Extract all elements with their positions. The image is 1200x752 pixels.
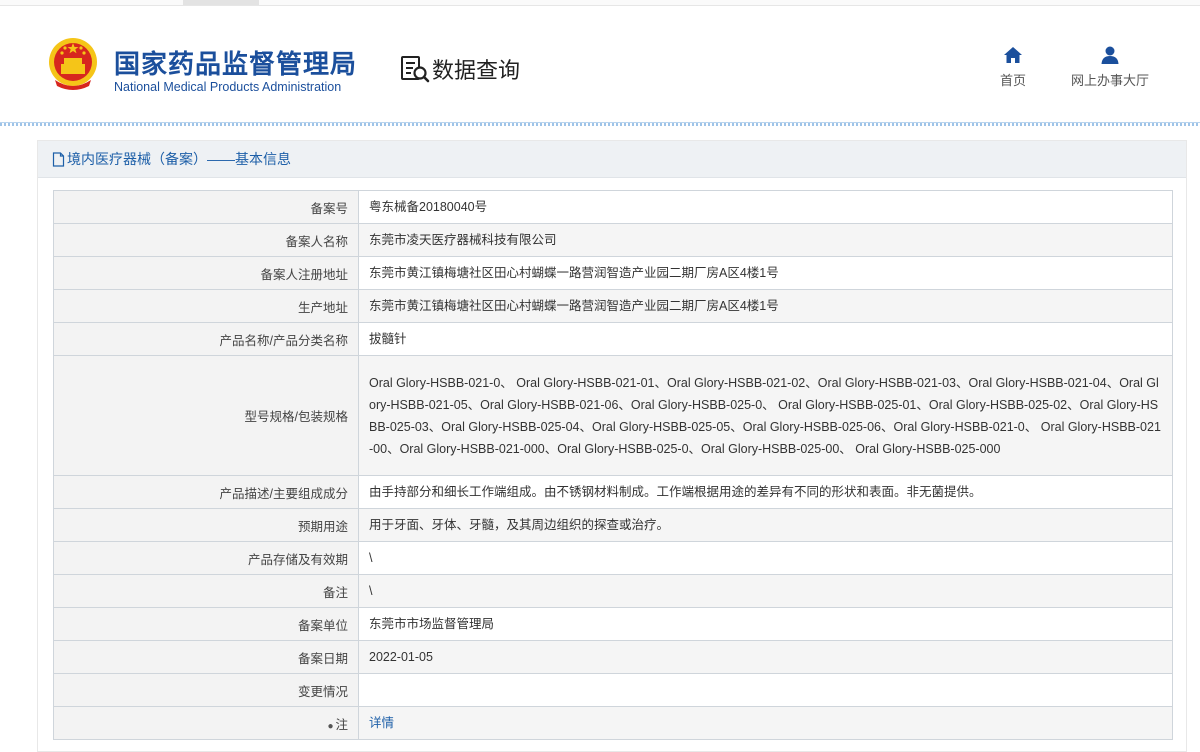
table-row: 备案日期 2022-01-05 xyxy=(53,640,1173,674)
agency-name-en[interactable]: National Medical Products Administration xyxy=(114,80,341,94)
record-panel: 境内医疗器械（备案）——基本信息 备案号 粤东械备20180040号 备案人名称… xyxy=(37,140,1187,752)
details-link[interactable]: 详情 xyxy=(369,716,394,730)
nav-home-label: 首页 xyxy=(999,73,1026,88)
field-label: 预期用途 xyxy=(53,508,359,542)
field-label: 备注 xyxy=(53,574,359,608)
field-value: 东莞市凌天医疗器械科技有限公司 xyxy=(358,223,1173,257)
nav-hall-label: 网上办事大厅 xyxy=(1070,73,1149,88)
document-icon xyxy=(52,151,65,167)
field-value: Oral Glory-HSBB-021-0、 Oral Glory-HSBB-0… xyxy=(358,355,1173,476)
field-value: 用于牙面、牙体、牙髓，及其周边组织的探查或治疗。 xyxy=(358,508,1173,542)
field-label: 生产地址 xyxy=(53,289,359,323)
field-label: 备案日期 xyxy=(53,640,359,674)
panel-title: 境内医疗器械（备案）——基本信息 xyxy=(67,151,291,167)
table-row: 产品描述/主要组成成分 由手持部分和细长工作端组成。由不锈钢材料制成。工作端根据… xyxy=(53,475,1173,509)
field-value: 东莞市黄江镇梅塘社区田心村蝴蝶一路营润智造产业园二期厂房A区4楼1号 xyxy=(358,289,1173,323)
table-row: 备案人名称 东莞市凌天医疗器械科技有限公司 xyxy=(53,223,1173,257)
pin-icon: ● xyxy=(327,720,334,732)
document-search-icon xyxy=(401,56,430,83)
table-row: 产品存储及有效期 \ xyxy=(53,541,1173,575)
field-label: 产品描述/主要组成成分 xyxy=(53,475,359,509)
field-value: \ xyxy=(358,541,1173,575)
field-value: 拔髓针 xyxy=(358,322,1173,356)
field-value: 2022-01-05 xyxy=(358,640,1173,674)
table-row: 型号规格/包装规格 Oral Glory-HSBB-021-0、 Oral Gl… xyxy=(53,355,1173,476)
table-row: 备案单位 东莞市市场监督管理局 xyxy=(53,607,1173,641)
table-row: 预期用途 用于牙面、牙体、牙髓，及其周边组织的探查或治疗。 xyxy=(53,508,1173,542)
table-row: ● 注 详情 xyxy=(53,706,1173,740)
field-label: 型号规格/包装规格 xyxy=(53,355,359,476)
field-value: 东莞市黄江镇梅塘社区田心村蝴蝶一路营润智造产业园二期厂房A区4楼1号 xyxy=(358,256,1173,290)
panel-header: 境内医疗器械（备案）——基本信息 xyxy=(38,141,1186,178)
section-title: 数据查询 xyxy=(432,58,521,83)
national-emblem-icon xyxy=(49,38,97,90)
field-label: 备案人名称 xyxy=(53,223,359,257)
browser-active-tab[interactable] xyxy=(183,0,259,5)
field-label: 变更情况 xyxy=(53,673,359,707)
field-value: 由手持部分和细长工作端组成。由不锈钢材料制成。工作端根据用途的差异有不同的形状和… xyxy=(358,475,1173,509)
table-row: 产品名称/产品分类名称 拔髓针 xyxy=(53,322,1173,356)
table-row: 备案号 粤东械备20180040号 xyxy=(53,190,1173,224)
field-value xyxy=(358,673,1173,707)
field-label: 备案号 xyxy=(53,190,359,224)
nav-online-service-hall[interactable]: 网上办事大厅 xyxy=(1062,46,1158,89)
table-row: 备案人注册地址 东莞市黄江镇梅塘社区田心村蝴蝶一路营润智造产业园二期厂房A区4楼… xyxy=(53,256,1173,290)
field-label: 备案单位 xyxy=(53,607,359,641)
note-value-cell: 详情 xyxy=(358,706,1173,740)
nav-home[interactable]: 首页 xyxy=(992,46,1034,89)
record-info-table: 备案号 粤东械备20180040号 备案人名称 东莞市凌天医疗器械科技有限公司 … xyxy=(53,190,1173,740)
field-label: 备案人注册地址 xyxy=(53,256,359,290)
home-icon xyxy=(1004,47,1022,63)
field-value: \ xyxy=(358,574,1173,608)
table-row: 变更情况 xyxy=(53,673,1173,707)
note-label-cell: ● 注 xyxy=(53,706,359,740)
field-value: 粤东械备20180040号 xyxy=(358,190,1173,224)
field-label: 产品存储及有效期 xyxy=(53,541,359,575)
user-icon xyxy=(1101,46,1119,64)
header-divider xyxy=(0,122,1200,126)
field-label: 注 xyxy=(335,717,348,732)
table-row: 备注 \ xyxy=(53,574,1173,608)
field-value: 东莞市市场监督管理局 xyxy=(358,607,1173,641)
agency-name-cn[interactable]: 国家药品监督管理局 xyxy=(114,44,357,81)
table-row: 生产地址 东莞市黄江镇梅塘社区田心村蝴蝶一路营润智造产业园二期厂房A区4楼1号 xyxy=(53,289,1173,323)
field-label: 产品名称/产品分类名称 xyxy=(53,322,359,356)
data-query-section: 数据查询 xyxy=(400,53,520,85)
